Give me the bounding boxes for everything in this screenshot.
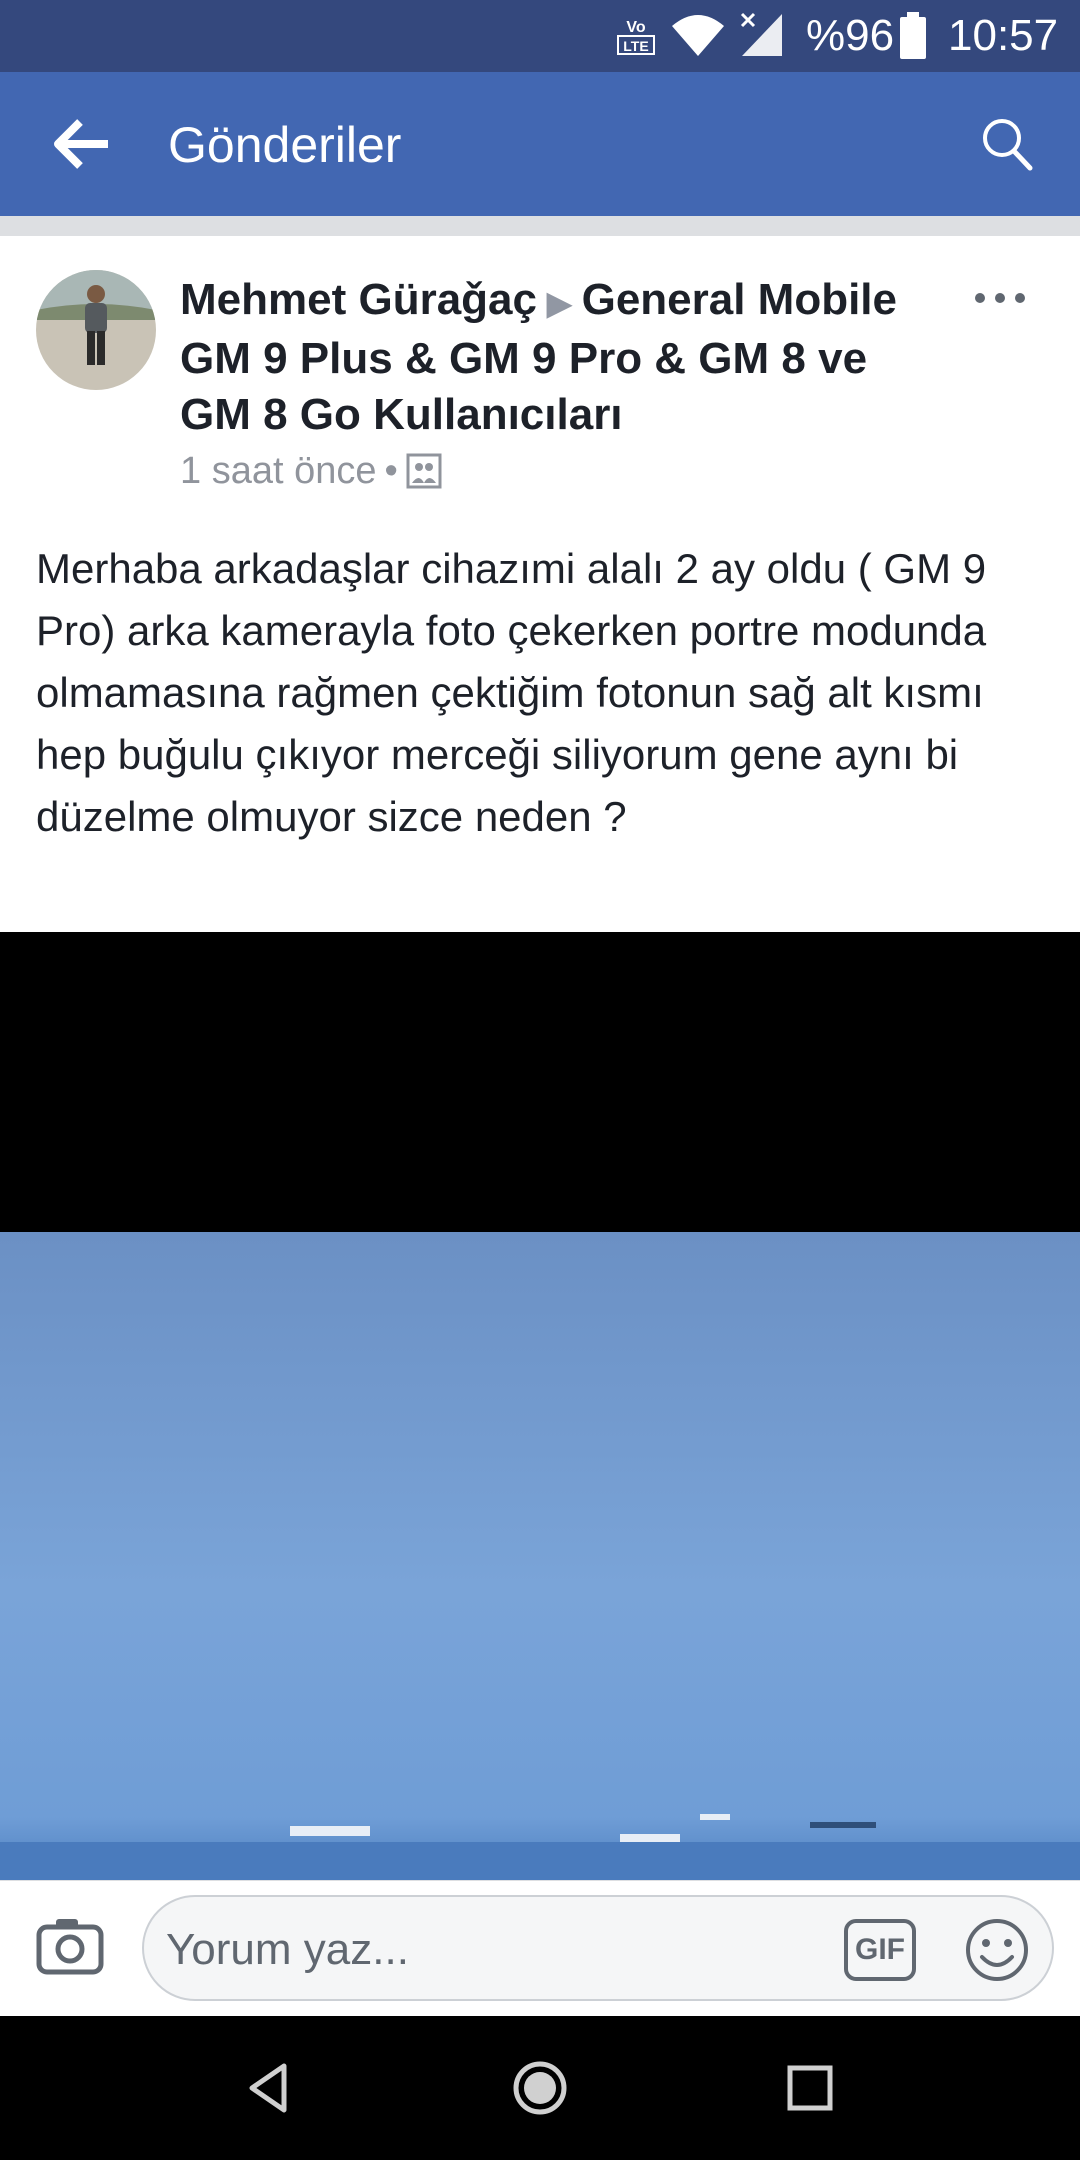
search-icon[interactable] <box>980 116 1034 172</box>
author-name[interactable]: Mehmet Güraǧaç <box>180 275 537 324</box>
meta-separator: • <box>384 450 398 492</box>
navigation-bar <box>0 2016 1080 2160</box>
sky-sea-photo <box>0 1232 1080 1882</box>
post-photo[interactable] <box>0 932 1080 1882</box>
back-arrow-icon[interactable] <box>52 118 110 170</box>
comment-bar: GIF <box>0 1880 1080 2016</box>
timestamp[interactable]: 1 saat önce <box>180 450 376 492</box>
camera-icon[interactable] <box>36 1915 104 1975</box>
post-header: Mehmet Güraǧaç ▶ General Mobile GM 9 Plus … <box>180 272 900 443</box>
volte-icon: Vo LTE <box>617 19 655 55</box>
post-text: Merhaba arkadaşlar cihazımi alalı 2 ay o… <box>36 545 987 840</box>
gif-button[interactable]: GIF <box>844 1919 916 1981</box>
comment-box: GIF <box>142 1895 1054 2001</box>
battery-icon <box>900 12 926 59</box>
more-icon[interactable] <box>970 284 1030 312</box>
app-bar: Gönderiler <box>0 72 1080 216</box>
nav-home-icon[interactable] <box>510 2058 570 2118</box>
svg-text:Vo: Vo <box>626 19 645 36</box>
comment-input[interactable] <box>166 1915 766 1985</box>
shared-to-arrow-icon: ▶ <box>546 285 572 321</box>
photo-icon <box>406 453 442 489</box>
status-bar: Vo LTE %96 10:57 <box>0 0 1080 72</box>
clock: 10:57 <box>948 11 1059 60</box>
nav-recents-icon[interactable] <box>780 2058 840 2118</box>
avatar[interactable] <box>36 270 156 390</box>
nav-back-icon[interactable] <box>240 2058 300 2118</box>
battery-percent: %96 <box>806 11 895 60</box>
wifi-icon <box>672 15 724 56</box>
divider <box>0 216 1080 236</box>
post-meta: 1 saat önce • <box>180 448 442 494</box>
post-card: Mehmet Güraǧaç ▶ General Mobile GM 9 Plus … <box>0 236 1080 932</box>
svg-text:LTE: LTE <box>623 38 648 54</box>
signal-icon <box>740 12 782 56</box>
emoji-icon[interactable] <box>964 1917 1030 1983</box>
page-title: Gönderiler <box>168 117 402 173</box>
